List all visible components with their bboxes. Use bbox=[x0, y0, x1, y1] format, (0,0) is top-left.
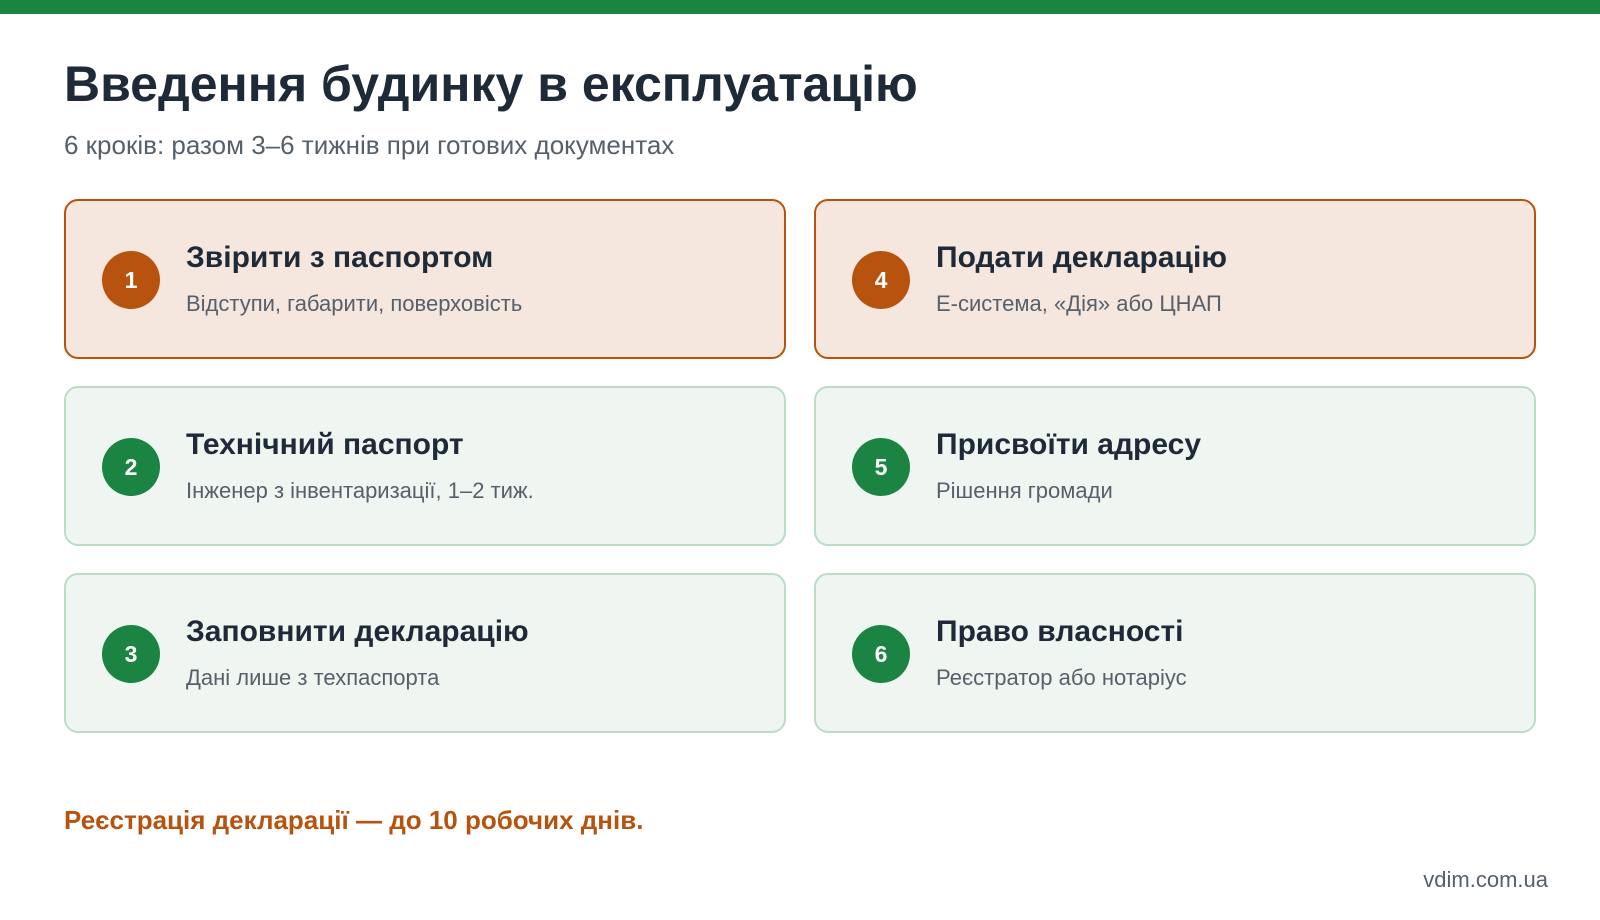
step-card-1: 1 Звірити з паспортом Відступи, габарити… bbox=[64, 199, 786, 359]
step-description: Інженер з інвентаризації, 1–2 тиж. bbox=[186, 478, 534, 503]
step-description: Рішення громади bbox=[936, 478, 1113, 503]
step-description: Дані лише з техпаспорта bbox=[186, 665, 440, 690]
step-card-2: 2 Технічний паспорт Інженер з інвентариз… bbox=[64, 386, 786, 546]
step-title: Технічний паспорт bbox=[186, 428, 464, 461]
page-subtitle: 6 кроків: разом 3–6 тижнів при готових д… bbox=[64, 130, 675, 160]
step-title: Присвоїти адресу bbox=[936, 428, 1202, 461]
footer-note: Реєстрація декларації — до 10 робочих дн… bbox=[64, 805, 644, 835]
step-number-badge: 3 bbox=[102, 625, 160, 683]
step-card-5: 5 Присвоїти адресу Рішення громади bbox=[814, 386, 1536, 546]
step-description: Е-система, «Дія» або ЦНАП bbox=[936, 291, 1222, 316]
step-card-3: 3 Заповнити декларацію Дані лише з техпа… bbox=[64, 573, 786, 733]
step-title: Подати декларацію bbox=[936, 241, 1227, 274]
step-number-badge: 4 bbox=[852, 251, 910, 309]
site-url: vdim.com.ua bbox=[1423, 867, 1548, 892]
step-number-badge: 2 bbox=[102, 438, 160, 496]
step-title: Право власності bbox=[936, 615, 1184, 648]
step-title: Заповнити декларацію bbox=[186, 615, 529, 648]
step-description: Реєстратор або нотаріус bbox=[936, 665, 1187, 690]
top-accent-bar bbox=[0, 0, 1600, 14]
page-title: Введення будинку в експлуатацію bbox=[64, 56, 918, 112]
step-title: Звірити з паспортом bbox=[186, 241, 494, 274]
step-number-badge: 1 bbox=[102, 251, 160, 309]
step-card-6: 6 Право власності Реєстратор або нотаріу… bbox=[814, 573, 1536, 733]
step-number-badge: 6 bbox=[852, 625, 910, 683]
step-number-badge: 5 bbox=[852, 438, 910, 496]
steps-grid: 1 Звірити з паспортом Відступи, габарити… bbox=[64, 199, 1536, 733]
step-card-4: 4 Подати декларацію Е-система, «Дія» або… bbox=[814, 199, 1536, 359]
step-description: Відступи, габарити, поверховість bbox=[186, 291, 523, 316]
